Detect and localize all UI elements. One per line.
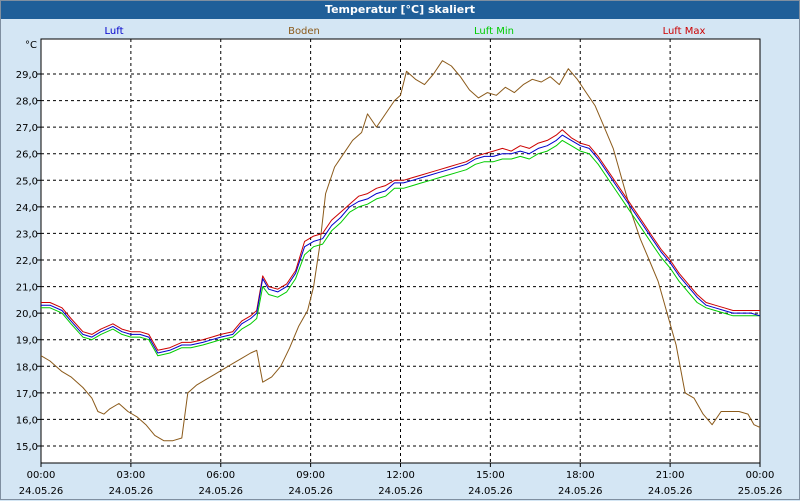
y-tick-label: 16,0 [16, 415, 38, 426]
x-tick-date-label: 24.05.26 [198, 486, 243, 497]
legend: Luft Boden Luft Min Luft Max [105, 26, 706, 37]
y-tick-label: 20,0 [16, 309, 38, 320]
y-tick-label: 17,0 [16, 389, 38, 400]
x-tick-time-label: 00:00 [746, 470, 775, 481]
y-tick-label: 22,0 [16, 256, 38, 267]
legend-entry-luft: Luft [105, 26, 124, 37]
y-tick-label: 26,0 [16, 150, 38, 161]
y-tick-label: 21,0 [16, 283, 38, 294]
y-tick-label: 23,0 [16, 229, 38, 240]
y-tick-label: 29,0 [16, 70, 38, 81]
y-tick-label: 15,0 [16, 442, 38, 453]
y-tick-label: 19,0 [16, 336, 38, 347]
x-tick-date-label: 24.05.26 [19, 486, 64, 497]
x-tick-date-label: 24.05.26 [468, 486, 513, 497]
x-tick-date-label: 24.05.26 [558, 486, 603, 497]
legend-entry-boden: Boden [288, 26, 320, 37]
temperature-chart: 15,0 16,0 17,0 18,0 19,0 20,0 21,0 22,0 23,0 24,0… [16, 26, 783, 497]
x-tick-time-label: 18:00 [566, 470, 595, 481]
chart-window: Temperatur [°C] skaliert 15,0 16,0 17,0 18,… [0, 0, 800, 500]
y-tick-label: 25,0 [16, 176, 38, 187]
legend-entry-luft-min: Luft Min [474, 26, 514, 37]
x-tick-date-label: 24.05.26 [109, 486, 154, 497]
x-tick-time-label: 12:00 [386, 470, 415, 481]
x-tick-time-label: 06:00 [206, 470, 235, 481]
x-tick-time-label: 09:00 [296, 470, 325, 481]
x-tick-time-label: 00:00 [27, 470, 56, 481]
x-axis: 00:00 24.05.26 03:00 24.05.26 06:00 24.05.26 0… [19, 463, 783, 497]
x-tick-time-label: 21:00 [656, 470, 685, 481]
y-tick-label: 27,0 [16, 123, 38, 134]
y-tick-label: 18,0 [16, 362, 38, 373]
y-tick-label: 24,0 [16, 203, 38, 214]
legend-entry-luft-max: Luft Max [663, 26, 706, 37]
y-axis: 15,0 16,0 17,0 18,0 19,0 20,0 21,0 22,0 23,0 24,0… [16, 70, 41, 453]
x-tick-time-label: 03:00 [116, 470, 145, 481]
x-tick-date-label: 24.05.26 [288, 486, 333, 497]
y-axis-unit: °C [25, 40, 37, 51]
x-tick-date-label: 25.05.26 [738, 486, 783, 497]
x-tick-date-label: 24.05.26 [648, 486, 693, 497]
x-tick-time-label: 15:00 [476, 470, 505, 481]
y-tick-label: 28,0 [16, 97, 38, 108]
x-tick-date-label: 24.05.26 [378, 486, 423, 497]
